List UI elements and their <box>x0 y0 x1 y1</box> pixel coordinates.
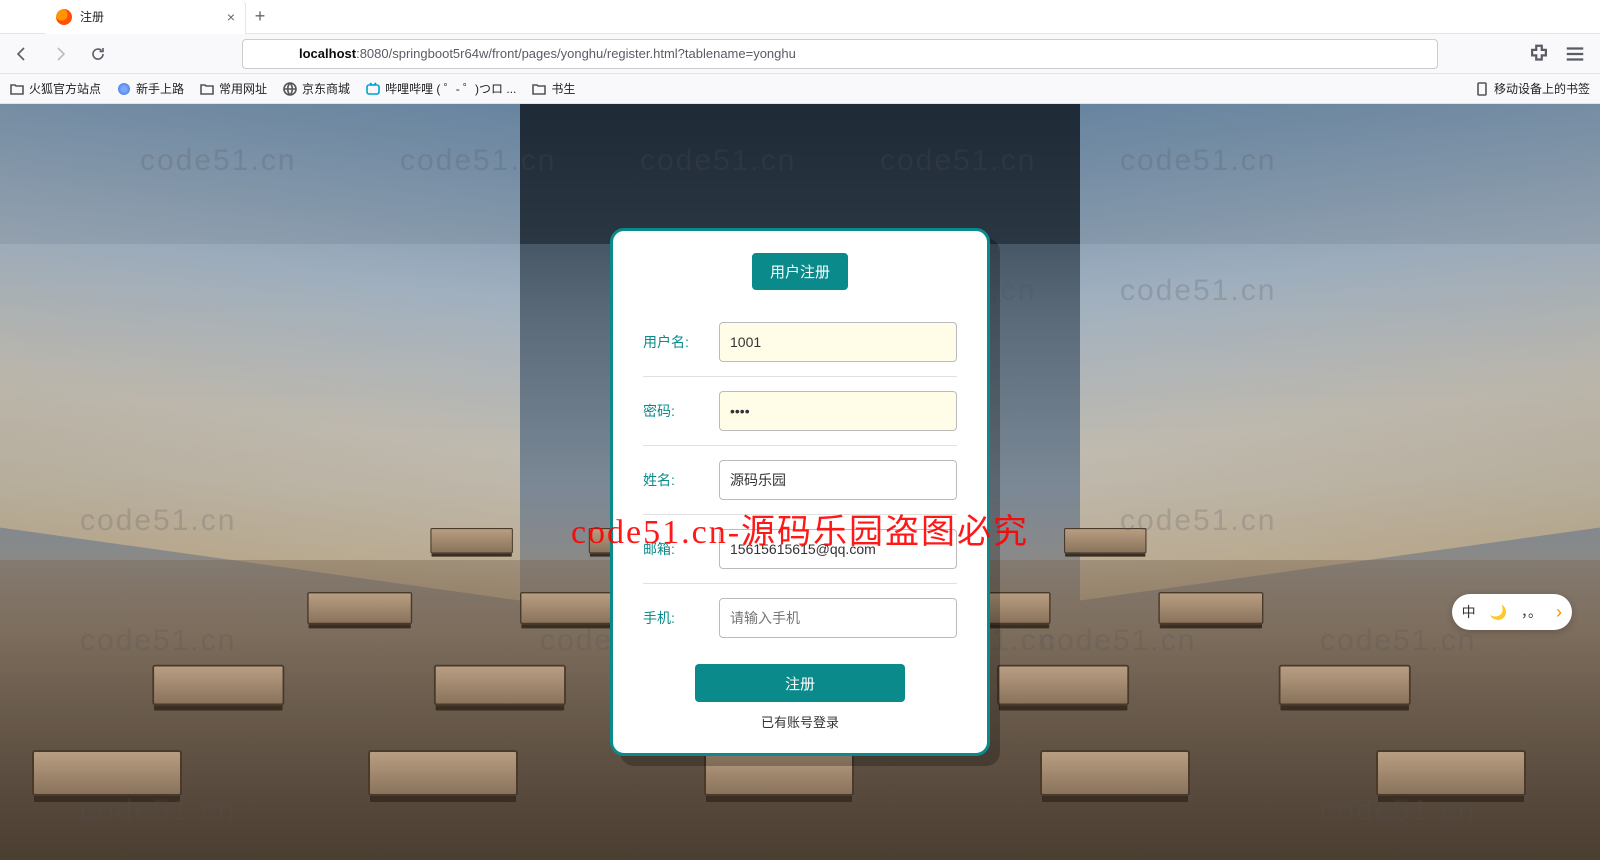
browser-toolbar: localhost:8080/springboot5r64w/front/pag… <box>0 34 1600 74</box>
register-button[interactable]: 注册 <box>695 664 905 702</box>
ime-punct[interactable]: ，。 <box>1521 602 1542 622</box>
tab-close-button[interactable]: × <box>227 9 235 25</box>
row-phone: 手机: <box>643 584 957 652</box>
bookmark-item-shusheng[interactable]: 书生 <box>532 80 575 97</box>
lock-icon <box>275 46 291 62</box>
firefox-icon <box>117 82 131 96</box>
nav-back-button[interactable] <box>8 40 36 68</box>
qr-icon[interactable] <box>1385 45 1403 63</box>
shield-icon <box>251 46 267 62</box>
bookmark-item-newbie[interactable]: 新手上路 <box>117 80 184 97</box>
browser-titlebar: 注册 × + <box>0 0 1600 34</box>
window-controls <box>1416 0 1600 34</box>
ime-lang[interactable]: 中 <box>1462 602 1476 622</box>
email-input[interactable] <box>719 529 957 569</box>
username-label: 用户名: <box>643 332 703 352</box>
name-label: 姓名: <box>643 470 703 490</box>
bookmark-item-common[interactable]: 常用网址 <box>200 80 267 97</box>
register-card: 用户注册 用户名: 密码: 姓名: 邮箱: 手机: 注册 已有账号登录 <box>610 228 990 756</box>
name-input[interactable] <box>719 460 957 500</box>
ime-toolbar[interactable]: 中 🌙 ，。 › <box>1452 594 1572 630</box>
phone-input[interactable] <box>719 598 957 638</box>
card-title: 用户注册 <box>752 253 848 290</box>
url-bar[interactable]: localhost:8080/springboot5r64w/front/pag… <box>242 39 1438 69</box>
tabs-dropdown-button[interactable] <box>1416 0 1462 34</box>
bookmark-star-icon[interactable] <box>1411 45 1429 63</box>
folder-icon <box>200 82 214 96</box>
tab-title: 注册 <box>80 8 219 25</box>
email-label: 邮箱: <box>643 539 703 559</box>
extensions-icon[interactable] <box>1528 43 1550 65</box>
login-link[interactable]: 已有账号登录 <box>643 712 957 731</box>
phone-label: 手机: <box>643 608 703 628</box>
bookmark-item-firefox[interactable]: 火狐官方站点 <box>10 80 101 97</box>
bilibili-icon <box>366 82 380 96</box>
bookmark-mobile[interactable]: 移动设备上的书签 <box>1475 80 1590 97</box>
password-input[interactable] <box>719 391 957 431</box>
row-name: 姓名: <box>643 446 957 515</box>
username-input[interactable] <box>719 322 957 362</box>
new-tab-button[interactable]: + <box>246 6 274 27</box>
globe-icon <box>283 82 297 96</box>
nav-forward-button[interactable] <box>46 40 74 68</box>
app-menu-button[interactable] <box>1564 43 1586 65</box>
nav-reload-button[interactable] <box>84 40 112 68</box>
row-username: 用户名: <box>643 308 957 377</box>
folder-icon <box>10 82 24 96</box>
firefox-favicon-icon <box>56 9 72 25</box>
browser-tab[interactable]: 注册 × <box>46 0 246 34</box>
bookmarks-bar: 火狐官方站点 新手上路 常用网址 京东商城 哔哩哔哩 ( ゜- ゜)つロ ...… <box>0 74 1600 104</box>
chevron-right-icon[interactable]: › <box>1556 602 1562 623</box>
row-password: 密码: <box>643 377 957 446</box>
window-minimize-button[interactable] <box>1462 0 1508 34</box>
moon-icon[interactable]: 🌙 <box>1490 604 1507 621</box>
folder-icon <box>532 82 546 96</box>
mobile-icon <box>1475 82 1489 96</box>
row-email: 邮箱: <box>643 515 957 584</box>
bookmark-item-bilibili[interactable]: 哔哩哔哩 ( ゜- ゜)つロ ... <box>366 80 516 97</box>
window-close-button[interactable] <box>1554 0 1600 34</box>
page-content: code51.cn code51.cn code51.cn code51.cn … <box>0 104 1600 860</box>
url-text: localhost:8080/springboot5r64w/front/pag… <box>299 46 1377 61</box>
bookmark-item-jd[interactable]: 京东商城 <box>283 80 350 97</box>
window-maximize-button[interactable] <box>1508 0 1554 34</box>
password-label: 密码: <box>643 401 703 421</box>
